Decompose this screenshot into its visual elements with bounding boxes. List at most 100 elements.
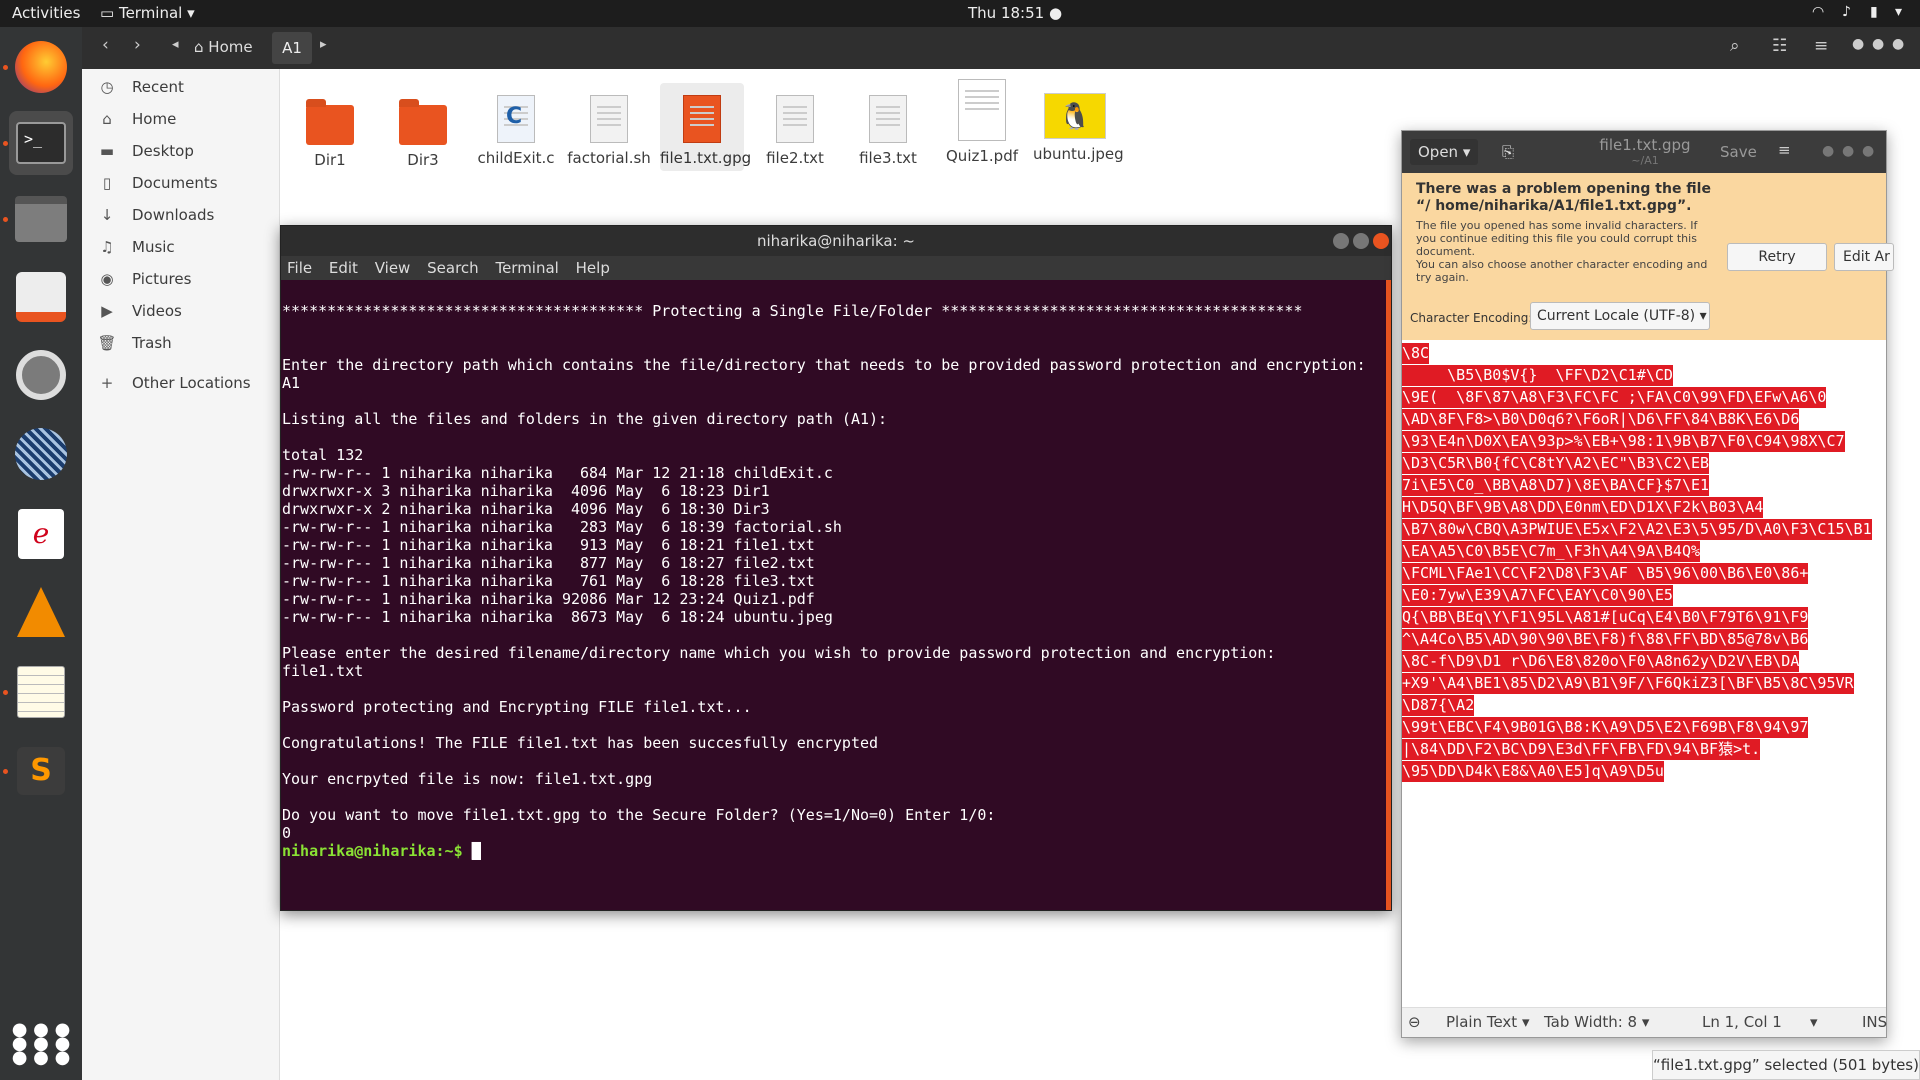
pdf-reader-icon[interactable]: ℯ	[9, 502, 73, 566]
wifi-icon[interactable]: ◠	[1812, 4, 1824, 20]
garbled-line: \99t\EBC\F4\9B01G\B8:K\A9\D5\E2\F69B\F8\…	[1402, 717, 1809, 738]
hamburger-menu-icon[interactable]: ≡	[1778, 141, 1791, 159]
terminal-icon[interactable]: >_	[9, 111, 73, 175]
terminal-line: -rw-rw-r-- 1 niharika niharika 877 May 6…	[282, 554, 815, 572]
text-file-icon	[869, 95, 907, 143]
text-editor-window[interactable]: Open ▾ ⎘ file1.txt.gpg ~/A1 Save ≡ ● ● ●…	[1401, 130, 1894, 1038]
minimize-icon[interactable]: ●	[1852, 36, 1864, 52]
menu-terminal[interactable]: Terminal	[495, 259, 558, 277]
path-right-icon[interactable]: ▸	[320, 37, 327, 52]
firefox-icon[interactable]	[9, 35, 73, 99]
cursor-position-label: Ln 1, Col 1	[1702, 1013, 1782, 1031]
garbled-line: Q{\BB\BEq\Y\F1\95L\A81#[uCq\E4\B0\F79T6\…	[1402, 607, 1809, 628]
camera-icon: ◉	[100, 270, 114, 288]
activities-button[interactable]: Activities	[12, 4, 80, 22]
menu-help[interactable]: Help	[576, 259, 610, 277]
sidebar-item-label: Other Locations	[132, 374, 251, 392]
sidebar-toggle-icon[interactable]: ⊖	[1408, 1013, 1421, 1031]
terminal-line: Do you want to move file1.txt.gpg to the…	[282, 806, 996, 824]
sidebar-item-downloads[interactable]: ↓ Downloads	[82, 200, 280, 230]
menu-edit[interactable]: Edit	[329, 259, 358, 277]
text-editor-icon[interactable]	[9, 660, 73, 724]
sidebar-item-label: Music	[132, 238, 175, 256]
menu-search[interactable]: Search	[427, 259, 479, 277]
sidebar-item-label: Desktop	[132, 142, 194, 160]
path-left-icon[interactable]: ◂	[172, 37, 179, 52]
position-dropdown-icon[interactable]: ▾	[1810, 1013, 1818, 1031]
file-item[interactable]: factorial.sh	[567, 83, 651, 167]
edit-anyway-button[interactable]: Edit Ar	[1834, 243, 1894, 271]
garbled-line: \E0:7yw\E39\A7\FC\EAY\C0\90\E5	[1402, 585, 1673, 606]
clock[interactable]: Thu 18:51 ●	[968, 4, 1062, 22]
sidebar-item-desktop[interactable]: ▬ Desktop	[82, 136, 280, 166]
minimize-icon[interactable]	[1333, 233, 1349, 249]
editor-text-area[interactable]: \8C \B5\B0$V{} \FF\D2\C1#\CD \9E( \8F\87\…	[1402, 343, 1888, 943]
breadcrumb-home[interactable]: ⌂ Home	[194, 38, 253, 56]
search-icon[interactable]: ⌕	[1730, 36, 1740, 56]
view-toggle-icon[interactable]: ☷	[1772, 36, 1787, 56]
terminal-scrollbar[interactable]	[1386, 280, 1391, 910]
insert-mode-label: INS	[1862, 1013, 1888, 1031]
save-button[interactable]: Save	[1720, 143, 1757, 161]
cursor-position[interactable]: Ln 1, Col 1	[1702, 1013, 1782, 1031]
terminal-output[interactable]: ****************************************…	[281, 280, 1385, 910]
volume-icon[interactable]: ♪	[1842, 4, 1851, 20]
sidebar-item-music[interactable]: ♫ Music	[82, 232, 280, 262]
tab-width-select[interactable]: Tab Width: 8 ▾	[1544, 1013, 1649, 1031]
settings-icon[interactable]	[9, 343, 73, 407]
file-item[interactable]: 🐧 ubuntu.jpeg	[1033, 83, 1124, 163]
file-name: file2.txt	[766, 149, 824, 167]
minimize-icon[interactable]: ●	[1822, 143, 1834, 159]
sidebar-item-recent[interactable]: ◷ Recent	[82, 72, 280, 102]
shell-prompt: niharika@niharika:~$	[282, 842, 463, 860]
garbled-line: |\84\DD\F2\BC\D9\E3d\FF\FB\FD\94\BF猿>t.	[1402, 739, 1761, 760]
app-menu[interactable]: ▭ Terminal ▾	[100, 4, 195, 22]
sidebar-item-pictures[interactable]: ◉ Pictures	[82, 264, 280, 294]
syntax-mode-select[interactable]: Plain Text ▾	[1446, 1013, 1530, 1031]
sidebar-item-videos[interactable]: ▶ Videos	[82, 296, 280, 326]
menu-view[interactable]: View	[375, 259, 411, 277]
file-item[interactable]: file3.txt	[846, 83, 930, 167]
c-source-icon: C	[497, 95, 535, 143]
garbled-line: \D87{\A2	[1402, 695, 1475, 716]
file-item-selected[interactable]: file1.txt.gpg	[660, 83, 751, 171]
maximize-icon[interactable]: ●	[1842, 143, 1854, 159]
software-icon[interactable]	[9, 265, 73, 329]
close-icon[interactable]: ●	[1892, 36, 1904, 52]
sidebar-item-home[interactable]: ⌂ Home	[82, 104, 280, 134]
globe-icon[interactable]	[9, 422, 73, 486]
terminal-line: Congratulations! The FILE file1.txt has …	[282, 734, 879, 752]
close-icon[interactable]	[1373, 233, 1389, 249]
menu-arrow-icon[interactable]: ▾	[1895, 4, 1902, 20]
file-item[interactable]: file2.txt	[753, 83, 837, 167]
battery-icon[interactable]: ▮	[1870, 4, 1878, 20]
top-bar: Activities ▭ Terminal ▾ Thu 18:51 ● ◠ ♪ …	[0, 0, 1920, 27]
terminal-line: Enter the directory path which contains …	[282, 356, 1366, 374]
menu-file[interactable]: File	[287, 259, 312, 277]
retry-button[interactable]: Retry	[1727, 243, 1827, 271]
back-icon[interactable]: ‹	[102, 35, 109, 55]
maximize-icon[interactable]: ●	[1872, 36, 1884, 52]
encoding-select[interactable]: Current Locale (UTF-8) ▾	[1530, 302, 1710, 330]
sublime-icon[interactable]: S	[9, 739, 73, 803]
sidebar-item-trash[interactable]: 🗑 Trash	[82, 328, 280, 358]
terminal-line: Your encrpyted file is now: file1.txt.gp…	[282, 770, 653, 788]
hamburger-menu-icon[interactable]: ≡	[1814, 36, 1828, 56]
close-icon[interactable]: ●	[1862, 143, 1874, 159]
cursor: █	[471, 842, 481, 860]
file-item[interactable]: Dir3	[381, 83, 465, 169]
forward-icon[interactable]: ›	[134, 35, 141, 55]
files-icon[interactable]	[9, 187, 73, 251]
breadcrumb-current[interactable]: A1	[272, 32, 312, 64]
vlc-icon[interactable]	[9, 580, 73, 644]
file-item[interactable]: Quiz1.pdf	[940, 75, 1024, 165]
file-item[interactable]: Dir1	[288, 83, 372, 169]
terminal-window[interactable]: niharika@niharika: ~ File Edit View Sear…	[280, 225, 1392, 911]
sidebar-item-documents[interactable]: ▯ Documents	[82, 168, 280, 198]
file-item[interactable]: CchildExit.c	[474, 83, 558, 167]
show-apps-icon[interactable]: ● ● ● ● ● ● ● ● ●	[9, 1012, 73, 1076]
maximize-icon[interactable]	[1353, 233, 1369, 249]
clock-label: Thu 18:51	[968, 4, 1045, 22]
sidebar-item-other-locations[interactable]: + Other Locations	[82, 368, 280, 398]
